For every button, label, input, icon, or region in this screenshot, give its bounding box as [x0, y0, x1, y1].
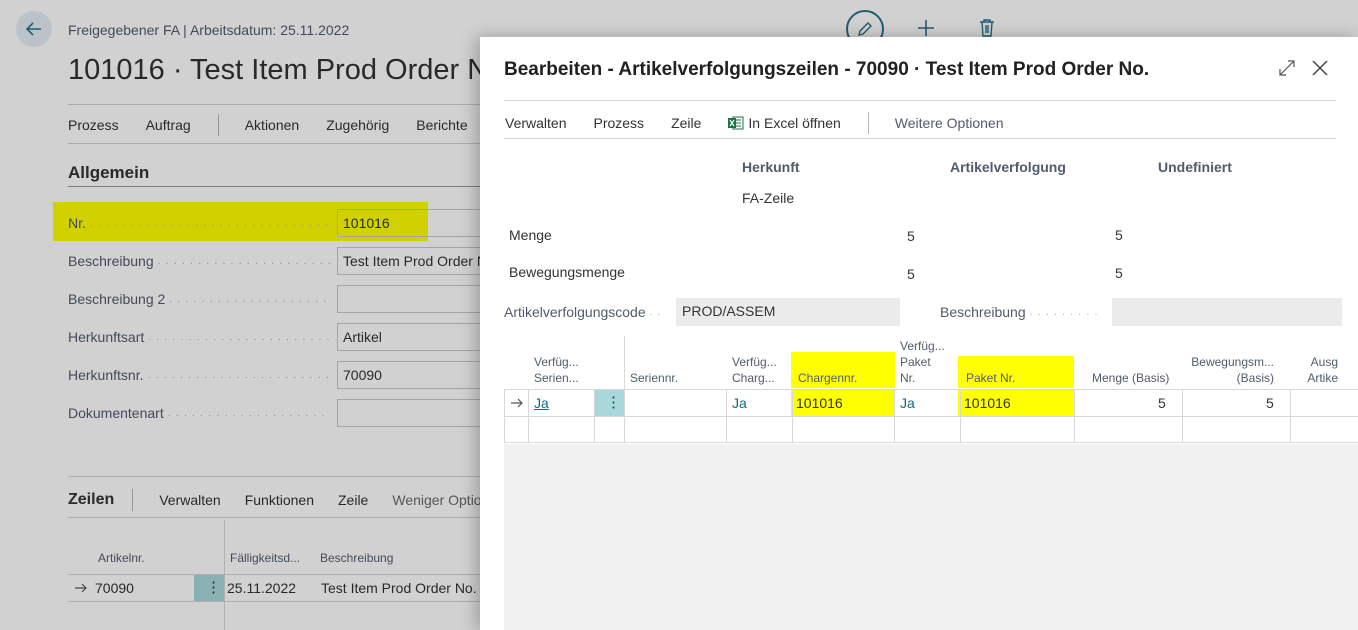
- col-header-appl[interactable]: Ausg Artike: [1296, 354, 1338, 386]
- description-label-text: Beschreibung: [940, 304, 1026, 320]
- cell-pkg-no[interactable]: 101016: [964, 395, 1011, 411]
- summary-header-herkunft: Herkunft: [742, 159, 800, 175]
- col-header-lot-avail-line1: Verfüg...: [732, 355, 777, 369]
- dialog-action-menu: Verwalten Prozess Zeile In Excel öffnen …: [505, 112, 1031, 134]
- close-button[interactable]: [1311, 59, 1329, 82]
- dialog-menu-excel-label: In Excel öffnen: [748, 115, 841, 131]
- expand-button[interactable]: [1278, 59, 1296, 82]
- summary-header-undefiniert: Undefiniert: [1158, 159, 1232, 175]
- cell-serial-avail[interactable]: Ja: [534, 395, 549, 411]
- col-header-pkg-avail-line1: Verfüg...: [900, 339, 945, 353]
- tracking-code-field[interactable]: PROD/ASSEM: [676, 298, 900, 326]
- col-header-handle-line1: Bewegungsm...: [1191, 355, 1274, 369]
- close-icon: [1312, 60, 1328, 76]
- description-label: Beschreibung · · · · · · · · ·: [940, 304, 1099, 320]
- col-header-pkg-avail-line3: Nr.: [900, 371, 916, 385]
- excel-icon: [728, 116, 744, 130]
- col-header-pkg-avail[interactable]: Verfüg... Paket Nr.: [900, 338, 945, 386]
- cell-handle-qty[interactable]: 5: [1266, 395, 1274, 411]
- cell-qty-base[interactable]: 5: [1158, 395, 1166, 411]
- cell-lot-avail[interactable]: Ja: [732, 395, 747, 411]
- col-header-pkg-no[interactable]: Paket Nr.: [966, 370, 1015, 386]
- dialog-title: Bearbeiten - Artikelverfolgungszeilen - …: [504, 59, 1150, 80]
- tracking-lines-table: Verfüg... Serien... Seriennr. Verfüg... Ch…: [504, 336, 1358, 630]
- col-header-handle-line2: (Basis): [1236, 371, 1274, 385]
- col-header-pkg-avail-line2: Paket: [900, 355, 931, 369]
- summary-bewegungsmenge-tracking[interactable]: 5: [1115, 265, 1123, 281]
- col-header-serial-avail[interactable]: Verfüg... Serien...: [534, 354, 579, 386]
- item-tracking-dialog: Bearbeiten - Artikelverfolgungszeilen - …: [480, 37, 1358, 630]
- tracking-line-row[interactable]: Ja ⋮ Ja 101016 Ja 101016 5 5: [504, 390, 1358, 416]
- row-arrow-icon: [511, 398, 523, 408]
- tracking-line-new-row[interactable]: [504, 417, 1358, 442]
- summary-label-bewegungsmenge: Bewegungsmenge: [509, 264, 625, 280]
- col-header-serial-no[interactable]: Seriennr.: [630, 370, 678, 386]
- col-header-appl-line1: Ausg: [1310, 355, 1338, 369]
- dialog-menu-weitere-optionen[interactable]: Weitere Optionen: [895, 115, 1004, 131]
- col-header-serial-avail-line1: Verfüg...: [534, 355, 579, 369]
- dialog-menu-separator: [867, 112, 869, 134]
- col-header-serial-avail-line2: Serien...: [534, 371, 579, 385]
- tracking-code-label: Artikelverfolgungscode · ·: [504, 304, 662, 320]
- row-actions-button[interactable]: ⋮: [595, 390, 624, 416]
- summary-source-sub: FA-Zeile: [742, 190, 795, 206]
- summary-menge-tracking[interactable]: 5: [1115, 227, 1123, 243]
- col-header-lot-no[interactable]: Chargennr.: [798, 370, 857, 386]
- dialog-menu-zeile[interactable]: Zeile: [671, 115, 701, 131]
- dialog-menu-prozess[interactable]: Prozess: [593, 115, 644, 131]
- summary-menge-source[interactable]: 5: [907, 228, 915, 244]
- cell-lot-no[interactable]: 101016: [796, 395, 843, 411]
- col-header-lot-avail[interactable]: Verfüg... Charg...: [732, 354, 777, 386]
- description-field[interactable]: [1112, 298, 1342, 326]
- cell-pkg-avail[interactable]: Ja: [900, 395, 915, 411]
- dialog-menu-excel[interactable]: In Excel öffnen: [728, 115, 841, 131]
- summary-header-artikelverfolgung: Artikelverfolgung: [950, 159, 1066, 175]
- col-header-lot-avail-line2: Charg...: [732, 371, 775, 385]
- dialog-menu-verwalten[interactable]: Verwalten: [505, 115, 566, 131]
- col-header-handle-qty[interactable]: Bewegungsm... (Basis): [1188, 354, 1274, 386]
- summary-label-menge: Menge: [509, 227, 552, 243]
- col-header-qty-base[interactable]: Menge (Basis): [1092, 370, 1169, 386]
- more-vertical-icon: ⋮: [606, 394, 621, 411]
- col-header-appl-line2: Artike: [1307, 371, 1338, 385]
- summary-bewegungsmenge-source[interactable]: 5: [907, 266, 915, 282]
- expand-icon: [1279, 60, 1295, 76]
- tracking-code-label-text: Artikelverfolgungscode: [504, 304, 646, 320]
